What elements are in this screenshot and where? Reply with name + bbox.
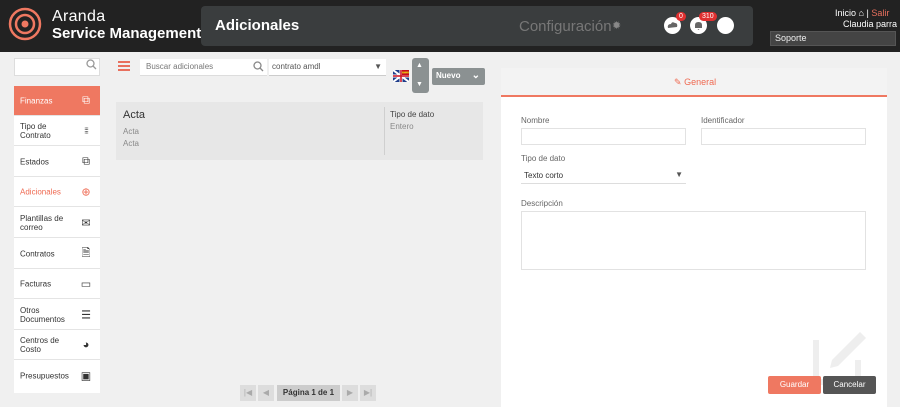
- descripcion-textarea[interactable]: [521, 211, 866, 270]
- sidebar-item-label: Otros Documentos: [20, 305, 65, 324]
- sidebar: Finanzas ⧉ Tipo de Contrato ⁞⁞⁞ Estados …: [14, 86, 100, 393]
- sidebar-item-presupuestos[interactable]: Presupuestos ▣: [14, 361, 100, 391]
- identificador-input[interactable]: [701, 128, 866, 145]
- contract-select[interactable]: contrato amdl ▼: [269, 59, 386, 76]
- cancel-button[interactable]: Cancelar: [823, 376, 876, 394]
- contract-select-value: contrato amdl: [272, 62, 321, 71]
- divider: [384, 107, 385, 155]
- new-button[interactable]: Nuevo ⌄: [432, 68, 485, 85]
- copy-icon: ⧉: [82, 155, 90, 167]
- nombre-label: Nombre: [521, 116, 550, 125]
- last-page-button[interactable]: ▶|: [360, 385, 376, 401]
- chevron-down-icon: ⌄: [471, 70, 480, 81]
- tipo-dato-value: Texto corto: [524, 171, 564, 180]
- sidebar-item-label: Presupuestos: [20, 371, 69, 381]
- pie-chart-icon: ◕: [82, 338, 90, 351]
- item-line: Acta: [123, 127, 140, 136]
- sidebar-item-label: Contratos: [20, 249, 55, 258]
- home-icon[interactable]: ⌂: [859, 8, 864, 18]
- nombre-input[interactable]: [521, 128, 686, 145]
- sidebar-item-contratos[interactable]: Contratos 🗎: [14, 239, 100, 269]
- sidebar-item-otros-documentos[interactable]: Otros Documentos ☰: [14, 300, 100, 330]
- salir-link[interactable]: Salir: [871, 8, 889, 18]
- top-links: Inicio ⌂ | Salir: [835, 8, 889, 18]
- sidebar-item-label: Estados: [20, 157, 49, 166]
- support-select[interactable]: Soporte: [770, 31, 896, 46]
- item-line: Acta: [123, 139, 140, 148]
- page-info: Página 1 de 1: [277, 385, 340, 401]
- gear-icon[interactable]: ✹: [612, 19, 621, 32]
- sidebar-item-plantillas[interactable]: Plantillas de correo ✉: [14, 208, 100, 238]
- copy-icon: ⧉: [82, 94, 90, 106]
- arrow-up-icon[interactable]: ▲: [416, 62, 423, 69]
- save-button[interactable]: Guardar: [768, 376, 821, 394]
- grid-icon: ⁞⁞⁞: [84, 126, 89, 135]
- aranda-logo-icon: [8, 7, 42, 41]
- new-button-label: Nuevo: [436, 71, 461, 80]
- sidebar-item-label: Facturas: [20, 279, 52, 288]
- sort-updown-button[interactable]: ▲ ▼: [412, 58, 429, 93]
- tipo-dato-label: Tipo de dato: [521, 154, 566, 163]
- next-page-button[interactable]: ▶: [342, 385, 358, 401]
- document-icon: 🗎: [81, 247, 91, 259]
- brand-name: Aranda: [52, 8, 106, 25]
- item-type-header: Tipo de dato: [390, 110, 435, 119]
- separator: |: [866, 8, 869, 18]
- sidebar-item-label: Centros de Costo: [20, 335, 60, 354]
- descripcion-label: Descripción: [521, 199, 563, 208]
- avatar[interactable]: [717, 17, 734, 34]
- cloud-badge: 0: [676, 12, 686, 21]
- search-icon[interactable]: [253, 61, 264, 75]
- sidebar-item-facturas[interactable]: Facturas ▭: [14, 269, 100, 299]
- sidebar-item-label: Adicionales: [20, 187, 61, 196]
- sidebar-item-finanzas[interactable]: Finanzas ⧉: [14, 86, 100, 116]
- sidebar-item-adicionales[interactable]: Adicionales ⊕: [14, 177, 100, 207]
- plus-circle-icon: ⊕: [81, 186, 91, 198]
- arrow-down-icon[interactable]: ▼: [416, 81, 423, 88]
- prev-page-button[interactable]: ◀: [258, 385, 274, 401]
- sidebar-item-label: Plantillas de correo: [20, 213, 64, 232]
- mail-icon: ✉: [81, 217, 91, 229]
- config-label[interactable]: Configuración: [519, 18, 612, 35]
- inicio-link[interactable]: Inicio: [835, 8, 856, 18]
- search-icon[interactable]: [86, 59, 98, 73]
- brand-product: Service Management: [52, 25, 202, 42]
- chevron-down-icon: ▼: [675, 170, 683, 179]
- sidebar-item-estados[interactable]: Estados ⧉: [14, 147, 100, 177]
- edit-icon: ✎: [674, 77, 682, 87]
- page-title: Adicionales: [215, 17, 300, 34]
- menu-icon[interactable]: [118, 61, 130, 71]
- identificador-label: Identificador: [701, 116, 745, 125]
- chevron-down-icon: ▼: [374, 62, 382, 71]
- tipo-dato-select[interactable]: Texto corto ▼: [521, 167, 686, 184]
- first-page-button[interactable]: |◀: [240, 385, 256, 401]
- tab-general[interactable]: ✎ General: [674, 77, 716, 88]
- sidebar-item-tipo-contrato[interactable]: Tipo de Contrato ⁞⁞⁞: [14, 116, 100, 146]
- user-name[interactable]: Claudia parra: [843, 19, 897, 29]
- sidebar-item-label: Tipo de Contrato: [20, 121, 51, 140]
- tab-general-label: General: [684, 77, 717, 87]
- search-input[interactable]: Buscar adicionales: [140, 59, 267, 76]
- card-icon: ▭: [80, 278, 92, 290]
- language-flag-icon[interactable]: [393, 70, 409, 82]
- sidebar-item-label: Finanzas: [20, 96, 53, 105]
- list-document-icon: ☰: [81, 309, 91, 321]
- item-type-value: Entero: [390, 122, 414, 131]
- item-title: Acta: [123, 109, 146, 121]
- sidebar-item-centros-costo[interactable]: Centros de Costo ◕: [14, 330, 100, 360]
- money-icon: ▣: [80, 370, 92, 383]
- notifications-badge: 310: [699, 12, 717, 21]
